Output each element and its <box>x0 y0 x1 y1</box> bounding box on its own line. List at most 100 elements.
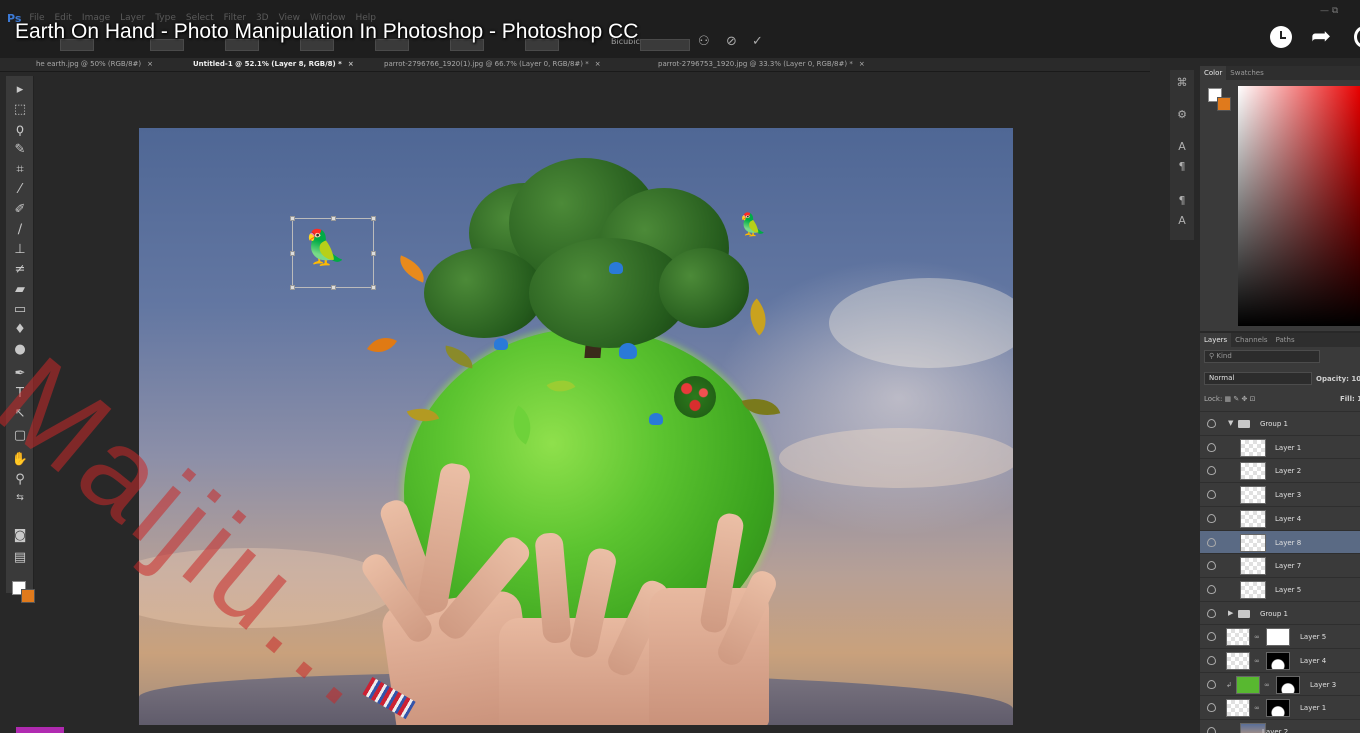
close-icon[interactable]: × <box>595 60 601 68</box>
fill-control[interactable]: Fill: 10 <box>1340 395 1360 403</box>
paragraph-panel-icon[interactable]: ¶ <box>1174 160 1190 176</box>
tab-untitled[interactable]: Untitled-1 @ 52.1% (Layer 8, RGB/8) * × <box>193 58 354 72</box>
opacity-control[interactable]: Opacity: 10 <box>1316 375 1360 383</box>
gradient-tool-icon[interactable]: ▭ <box>10 300 30 320</box>
marquee-tool-icon[interactable]: ⬚ <box>10 100 30 120</box>
mask-link-icon[interactable]: ∞ <box>1264 681 1270 689</box>
character-panel-icon[interactable]: A <box>1174 140 1190 156</box>
layer-row[interactable]: Layer 3 <box>1200 482 1360 506</box>
tab-paths[interactable]: Paths <box>1272 333 1299 347</box>
shape-tool-icon[interactable]: ▢ <box>10 426 30 446</box>
transform-handle[interactable] <box>371 216 376 221</box>
layer-row[interactable]: Layer 4 <box>1200 505 1360 530</box>
transform-handle[interactable] <box>331 285 336 290</box>
visibility-eye-icon[interactable] <box>1207 727 1216 733</box>
path-select-tool-icon[interactable]: ↖ <box>10 404 30 424</box>
close-icon[interactable]: × <box>859 60 865 68</box>
layer-row[interactable]: ▶ Group 1 <box>1200 600 1360 625</box>
zoom-tool-icon[interactable]: ⚲ <box>10 470 30 490</box>
dodge-tool-icon[interactable]: ● <box>10 340 30 360</box>
mask-link-icon[interactable]: ∞ <box>1254 657 1260 665</box>
blur-tool-icon[interactable]: ♦ <box>10 320 30 340</box>
layer-row[interactable]: ↲ ∞ Layer 3 <box>1200 671 1360 696</box>
move-tool-icon[interactable]: ▸ <box>10 80 30 100</box>
cancel-transform-icon[interactable]: ⊘ <box>726 34 737 49</box>
background-color-swatch[interactable] <box>1217 97 1231 111</box>
transform-handle[interactable] <box>290 216 295 221</box>
history-brush-tool-icon[interactable]: ≠ <box>10 260 30 280</box>
background-color-swatch[interactable] <box>21 589 35 603</box>
layer-row[interactable]: ▼ Group 1 <box>1200 411 1360 435</box>
transform-handle[interactable] <box>331 216 336 221</box>
visibility-eye-icon[interactable] <box>1207 490 1216 500</box>
warp-icon[interactable]: ⚇ <box>698 34 710 49</box>
layer-row[interactable]: Layer 2 <box>1200 458 1360 482</box>
swap-colors-icon[interactable]: ⇆ <box>10 488 30 508</box>
watch-later-icon[interactable] <box>1270 26 1292 48</box>
layer-row[interactable]: Layer 5 <box>1200 576 1360 601</box>
layer-row[interactable]: Layer 2 <box>1200 719 1360 733</box>
visibility-eye-icon[interactable] <box>1207 513 1216 523</box>
quick-select-tool-icon[interactable]: ✎ <box>10 140 30 160</box>
transform-handle[interactable] <box>290 285 295 290</box>
layer-row[interactable]: ∞ Layer 1 <box>1200 695 1360 719</box>
commit-transform-icon[interactable]: ✓ <box>752 34 763 49</box>
tab-channels[interactable]: Channels <box>1231 333 1271 347</box>
brush-tool-icon[interactable]: ∕ <box>10 220 30 240</box>
tab-swatches[interactable]: Swatches <box>1226 66 1267 80</box>
screen-mode-icon[interactable]: ▤ <box>10 548 30 568</box>
collapse-caret-icon[interactable]: ▶ <box>1228 609 1233 617</box>
visibility-eye-icon[interactable] <box>1207 584 1216 594</box>
close-icon[interactable]: × <box>147 60 153 68</box>
transform-handle[interactable] <box>371 285 376 290</box>
interpolation-select[interactable] <box>640 39 690 51</box>
transform-handle[interactable] <box>290 251 295 256</box>
document-canvas[interactable]: 🦜 🦜 <box>139 128 1013 725</box>
layer-row[interactable]: ∞ Layer 4 <box>1200 648 1360 672</box>
visibility-eye-icon[interactable] <box>1207 466 1216 476</box>
opacity-value[interactable]: 10 <box>1351 375 1360 383</box>
layer-mask-thumbnail[interactable] <box>1276 675 1300 694</box>
visibility-eye-icon[interactable] <box>1207 656 1216 665</box>
layer-filter-select[interactable]: ⚲ Kind <box>1204 350 1320 363</box>
eyedropper-tool-icon[interactable]: ⁄ <box>10 180 30 200</box>
type-tool-icon[interactable]: T <box>10 384 30 404</box>
tab-layers[interactable]: Layers <box>1200 333 1232 347</box>
layer-mask-thumbnail[interactable] <box>1266 699 1290 718</box>
character-styles-icon[interactable]: A <box>1174 214 1190 230</box>
layer-row[interactable]: Layer 8 <box>1200 529 1360 554</box>
channel-icon[interactable] <box>1354 26 1360 48</box>
visibility-eye-icon[interactable] <box>1207 561 1216 571</box>
window-controls[interactable]: — ⧉ <box>1320 6 1338 16</box>
visibility-eye-icon[interactable] <box>1207 442 1216 452</box>
lasso-tool-icon[interactable]: ϙ <box>10 120 30 140</box>
properties-panel-icon[interactable]: ⚙ <box>1174 108 1190 124</box>
pen-tool-icon[interactable]: ✒ <box>10 364 30 384</box>
color-picker-field[interactable] <box>1238 86 1360 326</box>
visibility-eye-icon[interactable] <box>1207 608 1216 618</box>
quick-mask-icon[interactable]: ◙ <box>10 526 30 546</box>
visibility-eye-icon[interactable] <box>1207 632 1216 642</box>
clone-stamp-tool-icon[interactable]: ⊥ <box>10 240 30 260</box>
healing-brush-tool-icon[interactable]: ✐ <box>10 200 30 220</box>
layer-row[interactable]: Layer 7 <box>1200 553 1360 577</box>
crop-tool-icon[interactable]: ⌗ <box>10 160 30 180</box>
expand-caret-icon[interactable]: ▼ <box>1228 419 1233 427</box>
transform-bounding-box[interactable] <box>290 216 376 290</box>
history-panel-icon[interactable]: ⌘ <box>1174 76 1190 92</box>
tab-earth[interactable]: he earth.jpg @ 50% (RGB/8#) × <box>36 58 153 72</box>
paragraph-styles-icon[interactable]: ¶ <box>1174 194 1190 210</box>
close-icon[interactable]: × <box>348 60 354 68</box>
layer-row[interactable]: ∞ Layer 5 <box>1200 624 1360 648</box>
visibility-eye-icon[interactable] <box>1207 537 1216 547</box>
share-icon[interactable]: ➦ <box>1311 22 1331 50</box>
mask-link-icon[interactable]: ∞ <box>1254 633 1260 641</box>
visibility-eye-icon[interactable] <box>1207 679 1216 689</box>
tab-parrot-2[interactable]: parrot-2796753_1920.jpg @ 33.3% (Layer 0… <box>658 58 865 72</box>
visibility-eye-icon[interactable] <box>1207 703 1216 713</box>
visibility-eye-icon[interactable] <box>1207 419 1216 428</box>
transform-handle[interactable] <box>371 251 376 256</box>
tab-color[interactable]: Color <box>1200 66 1227 80</box>
layer-row[interactable]: Layer 1 <box>1200 434 1360 459</box>
layer-mask-thumbnail[interactable] <box>1266 628 1290 647</box>
